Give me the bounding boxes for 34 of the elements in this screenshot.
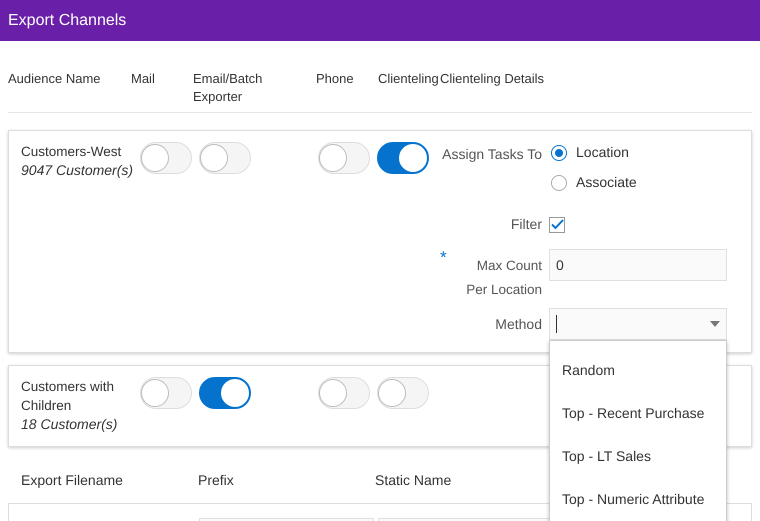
column-header: Clienteling Details [440, 70, 546, 88]
column-header: Clienteling [378, 70, 440, 88]
checkbox[interactable] [549, 216, 565, 232]
max-count-label: Max Count Per Location [465, 257, 542, 299]
toggle-switch[interactable] [199, 377, 251, 409]
radio-button[interactable] [551, 144, 567, 160]
filter-label: Filter [510, 215, 543, 234]
column-header: Audience Name [8, 70, 102, 88]
required-asterisk: * [440, 249, 447, 269]
customer-count: 9047 Customer(s) [21, 161, 134, 180]
caret-down-icon [710, 321, 720, 327]
column-header: Email/Batch Exporter [193, 70, 264, 104]
method-label: Method [494, 314, 543, 334]
assign-label: Assign Tasks To [441, 145, 543, 164]
radio-label: Location [576, 143, 629, 162]
radio-label: Associate [576, 173, 637, 192]
toggle-switch[interactable] [377, 142, 429, 174]
method-dropdown[interactable] [549, 308, 727, 340]
column-header: Export Filename [21, 471, 124, 490]
dropdown-option[interactable]: Top - LT Sales [550, 435, 726, 478]
customer-count: 18 Customer(s) [21, 415, 118, 434]
audience-name: Customers with Children [21, 378, 116, 415]
dropdown-option[interactable]: Random [550, 349, 726, 392]
page-title: Export Channels [8, 10, 126, 30]
column-header: Phone [316, 70, 355, 88]
max-count-field[interactable]: 0 [549, 249, 727, 281]
audience-name: Customers-West [21, 143, 122, 161]
dropdown-option[interactable]: Top - Recent Purchase [550, 392, 726, 435]
radio-button[interactable] [551, 174, 567, 190]
column-header: Prefix [198, 471, 235, 490]
column-header: Static Name [375, 471, 452, 490]
dropdown-option[interactable]: Top - Numeric Attribute [550, 478, 726, 521]
checkmark-icon [550, 219, 564, 230]
column-header: Mail [131, 70, 156, 88]
